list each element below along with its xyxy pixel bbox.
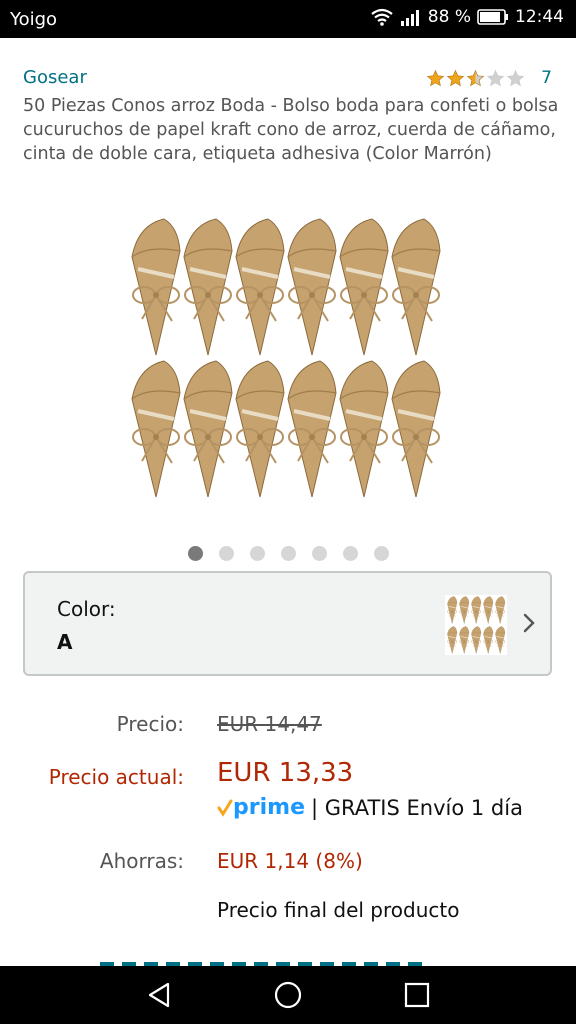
- rating-count[interactable]: 7: [541, 68, 552, 88]
- signal-icon: [400, 10, 419, 26]
- star-icon: [466, 69, 485, 86]
- current-price-label: Precio actual:: [48, 765, 184, 789]
- pager-dot[interactable]: [311, 546, 327, 561]
- price-label: Precio:: [116, 712, 184, 736]
- pager-dot[interactable]: [218, 546, 234, 561]
- clock: 12:44: [515, 7, 564, 27]
- status-bar: Yoigo 88 % 12:44: [0, 0, 576, 38]
- prime-check-icon: [217, 799, 233, 817]
- shipping-text: | GRATIS Envío 1 día: [310, 795, 523, 820]
- original-price: EUR 14,47: [217, 712, 322, 736]
- paper-cone-image: [232, 359, 286, 499]
- pager-dot[interactable]: [187, 546, 203, 561]
- wifi-icon: [371, 8, 393, 26]
- star-icon: [506, 69, 525, 86]
- color-label: Color:: [57, 597, 116, 621]
- paper-cone-image: [388, 359, 442, 499]
- paper-cone-image: [128, 359, 182, 499]
- paper-cone-image: [388, 217, 442, 357]
- color-selector[interactable]: Color: A: [23, 571, 552, 676]
- current-price: EUR 13,33: [217, 758, 354, 788]
- product-page: Gosear 7 50 Piezas Conos arroz Boda - Bo…: [0, 38, 576, 966]
- recents-square-icon[interactable]: [402, 980, 432, 1010]
- paper-cone-image: [180, 359, 234, 499]
- thumbnail-cone: [470, 596, 482, 628]
- stars: [426, 69, 525, 88]
- image-pager-dots: [0, 546, 576, 561]
- paper-cone-image: [284, 217, 338, 357]
- product-image[interactable]: [118, 213, 458, 508]
- home-circle-icon[interactable]: [273, 980, 303, 1010]
- color-value: A: [57, 630, 73, 654]
- thumbnail-cone: [446, 626, 458, 658]
- paper-cone-image: [284, 359, 338, 499]
- savings-amount: EUR 1,14 (8%): [217, 849, 363, 873]
- star-icon: [446, 69, 465, 86]
- color-swatch-thumbnail: [445, 595, 507, 655]
- prime-shipping: prime | GRATIS Envío 1 día: [217, 795, 523, 820]
- pager-dot[interactable]: [373, 546, 389, 561]
- star-icon: [426, 69, 445, 86]
- paper-cone-image: [180, 217, 234, 357]
- paper-cone-image: [336, 217, 390, 357]
- navigation-bar: [0, 966, 576, 1024]
- star-icon: [486, 69, 505, 86]
- back-triangle-icon[interactable]: [144, 980, 174, 1010]
- final-price-note: Precio final del producto: [217, 898, 460, 922]
- chevron-right-icon: [523, 613, 535, 633]
- paper-cone-image: [336, 359, 390, 499]
- thumbnail-cone: [446, 596, 458, 628]
- paper-cone-image: [128, 217, 182, 357]
- prime-logo: prime: [217, 795, 305, 820]
- paper-cone-image: [232, 217, 286, 357]
- status-icons: 88 % 12:44: [370, 7, 564, 27]
- savings-label: Ahorras:: [99, 849, 184, 873]
- pager-dot[interactable]: [280, 546, 296, 561]
- thumbnail-cone: [494, 626, 506, 658]
- thumbnail-cone: [458, 626, 470, 658]
- carrier-name: Yoigo: [10, 9, 58, 30]
- battery-icon: [477, 9, 508, 25]
- prime-text: prime: [233, 795, 305, 820]
- battery-percent: 88 %: [427, 7, 471, 27]
- pager-dot[interactable]: [342, 546, 358, 561]
- thumbnail-cone: [482, 626, 494, 658]
- star-rating[interactable]: 7: [426, 68, 552, 88]
- partially-hidden-link[interactable]: [100, 958, 430, 966]
- thumbnail-cone: [482, 596, 494, 628]
- brand-link[interactable]: Gosear: [23, 67, 87, 88]
- thumbnail-cone: [470, 626, 482, 658]
- pager-dot[interactable]: [249, 546, 265, 561]
- thumbnail-cone: [494, 596, 506, 628]
- thumbnail-cone: [458, 596, 470, 628]
- product-title: 50 Piezas Conos arroz Boda - Bolso boda …: [23, 96, 559, 164]
